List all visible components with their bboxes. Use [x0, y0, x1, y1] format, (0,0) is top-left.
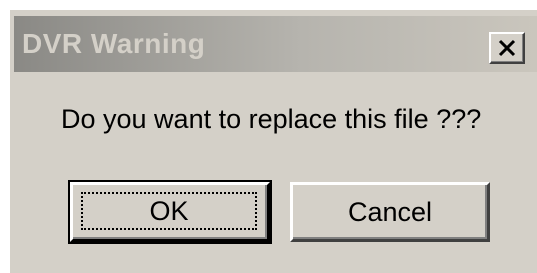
ok-button-label: OK — [81, 192, 257, 230]
title-bar[interactable]: DVR Warning — [14, 16, 537, 72]
dialog-title: DVR Warning — [22, 28, 206, 59]
warning-dialog: DVR Warning Do you want to replace this … — [8, 8, 537, 273]
close-button[interactable] — [489, 32, 525, 64]
dialog-message: Do you want to replace this file ??? — [61, 104, 482, 134]
ok-button[interactable]: OK — [68, 180, 272, 244]
close-icon — [498, 39, 516, 57]
cancel-button[interactable]: Cancel — [290, 182, 490, 242]
